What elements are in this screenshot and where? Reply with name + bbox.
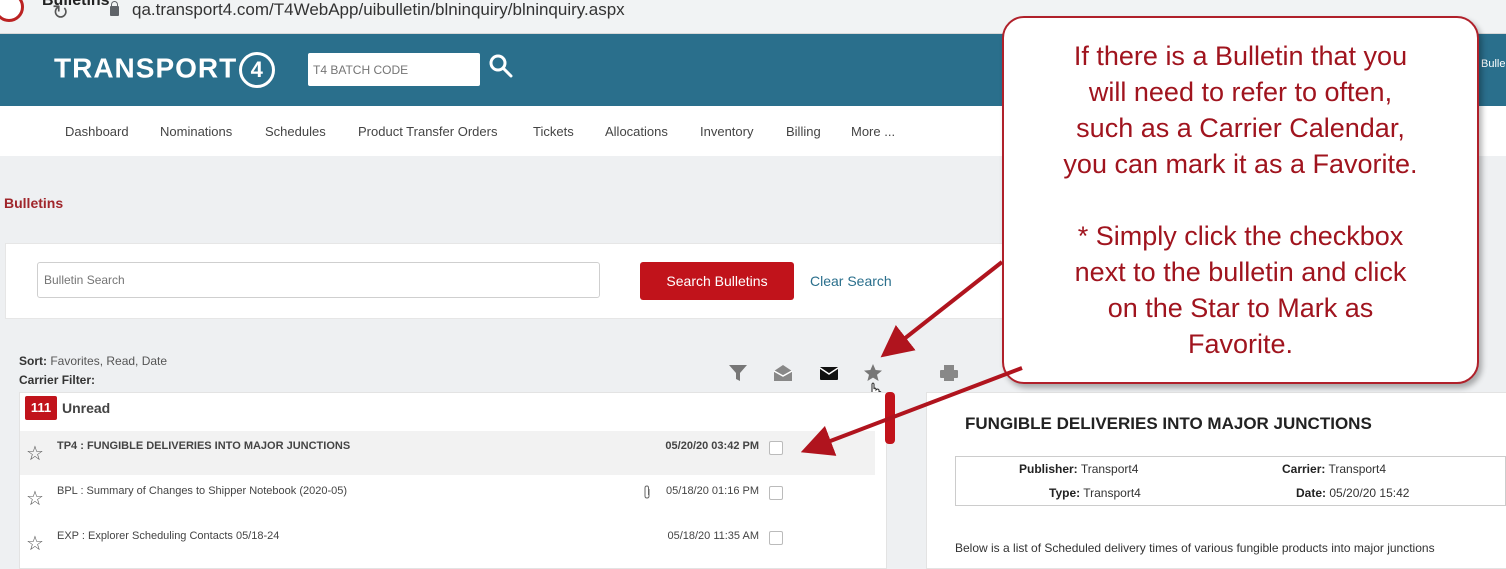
sort-value: Favorites, Read, Date (50, 354, 168, 368)
callout-line: on the Star to Mark as (1107, 293, 1374, 323)
publisher-value: Transport4 (1080, 462, 1139, 476)
callout-line: next to the bulletin and click (1074, 257, 1407, 287)
nav-more[interactable]: More ... (851, 124, 895, 139)
bulletin-search-input[interactable] (37, 262, 600, 298)
batch-code-input[interactable] (308, 53, 480, 86)
date-label: Date: (1296, 486, 1327, 500)
bulletin-checkbox[interactable] (769, 486, 783, 500)
detail-date: Date: 05/20/20 15:42 (1296, 486, 1409, 500)
star-icon[interactable] (862, 362, 884, 384)
sort-info[interactable]: Sort: Favorites, Read, Date (19, 354, 167, 368)
search-bulletins-button[interactable]: Search Bulletins (640, 262, 794, 300)
list-scrollbar[interactable] (885, 392, 895, 444)
bulletin-checkbox[interactable] (769, 441, 783, 455)
header-bulletins-link[interactable]: Bulle (1481, 58, 1505, 70)
attachment-icon (644, 485, 650, 499)
unread-group-label[interactable]: Unread (62, 400, 110, 416)
callout-line: such as a Carrier Calendar, (1076, 113, 1405, 143)
type-label: Type: (1049, 486, 1081, 500)
bulletin-checkbox[interactable] (769, 531, 783, 545)
date-value: 05/20/20 15:42 (1329, 486, 1410, 500)
callout-line: will need to refer to often, (1088, 77, 1393, 107)
favorite-star-icon[interactable]: ☆ (26, 441, 44, 466)
bulletin-title: TP4 : FUNGIBLE DELIVERIES INTO MAJOR JUN… (57, 440, 351, 452)
nav-product-transfer-orders[interactable]: Product Transfer Orders (358, 124, 497, 139)
type-value: Transport4 (1083, 486, 1141, 500)
bulletin-row[interactable]: ☆ TP4 : FUNGIBLE DELIVERIES INTO MAJOR J… (20, 431, 875, 475)
envelope-open-icon[interactable] (772, 362, 794, 384)
detail-title: FUNGIBLE DELIVERIES INTO MAJOR JUNCTIONS (965, 414, 1372, 433)
nav-inventory[interactable]: Inventory (700, 124, 753, 139)
nav-tickets[interactable]: Tickets (533, 124, 574, 139)
logo-ring: 4 (239, 52, 276, 88)
bulletin-title: BPL : Summary of Changes to Shipper Note… (57, 485, 348, 497)
bulletin-title: EXP : Explorer Scheduling Contacts 05/18… (57, 530, 280, 542)
carrier-value: Transport4 (1328, 462, 1387, 476)
detail-publisher: Publisher: Transport4 (1019, 462, 1138, 476)
nav-dashboard[interactable]: Dashboard (65, 124, 129, 139)
carrier-filter[interactable]: Carrier Filter: (19, 373, 95, 387)
detail-type: Type: Transport4 (1049, 486, 1141, 500)
page-title: Bulletins (4, 195, 64, 211)
search-icon[interactable] (488, 53, 514, 79)
bulletin-row[interactable]: ☆ EXP : Explorer Scheduling Contacts 05/… (20, 521, 875, 565)
nav-billing[interactable]: Billing (786, 124, 821, 139)
carrier-label: Carrier: (1282, 462, 1326, 476)
envelope-icon[interactable] (818, 362, 840, 384)
bulletin-row[interactable]: ☆ BPL : Summary of Changes to Shipper No… (20, 476, 875, 520)
printer-icon[interactable] (938, 362, 960, 384)
filter-icon[interactable] (727, 362, 749, 384)
bulletin-date: 05/18/20 11:35 AM (667, 530, 759, 542)
site-favicon-icon (0, 0, 24, 22)
callout-line: * Simply click the checkbox (1077, 221, 1404, 251)
address-bar[interactable]: qa.transport4.com/T4WebApp/uibulletin/bl… (132, 0, 625, 20)
clear-search-link[interactable]: Clear Search (810, 273, 892, 289)
tutorial-callout: If there is a Bulletin that you will nee… (1002, 16, 1479, 384)
publisher-label: Publisher: (1019, 462, 1078, 476)
unread-count-badge: 111 (25, 396, 57, 420)
favorite-star-icon[interactable]: ☆ (26, 531, 44, 556)
nav-nominations[interactable]: Nominations (160, 124, 232, 139)
lock-icon[interactable] (110, 1, 119, 16)
bulletin-date: 05/18/20 01:16 PM (666, 485, 759, 497)
logo-text: TRANSPORT (54, 52, 238, 84)
transport4-logo[interactable]: TRANSPORT 4 (54, 52, 276, 88)
callout-line: Favorite. (1187, 329, 1294, 359)
detail-body-text: Below is a list of Scheduled delivery ti… (955, 541, 1435, 555)
callout-line: you can mark it as a Favorite. (1063, 149, 1418, 179)
sort-label: Sort: (19, 354, 47, 368)
nav-allocations[interactable]: Allocations (605, 124, 668, 139)
bulletin-date: 05/20/20 03:42 PM (665, 440, 759, 452)
reload-icon[interactable]: ↻ (52, 0, 69, 25)
nav-schedules[interactable]: Schedules (265, 124, 326, 139)
favorite-star-icon[interactable]: ☆ (26, 486, 44, 511)
callout-line: If there is a Bulletin that you (1073, 41, 1408, 71)
detail-carrier: Carrier: Transport4 (1282, 462, 1386, 476)
